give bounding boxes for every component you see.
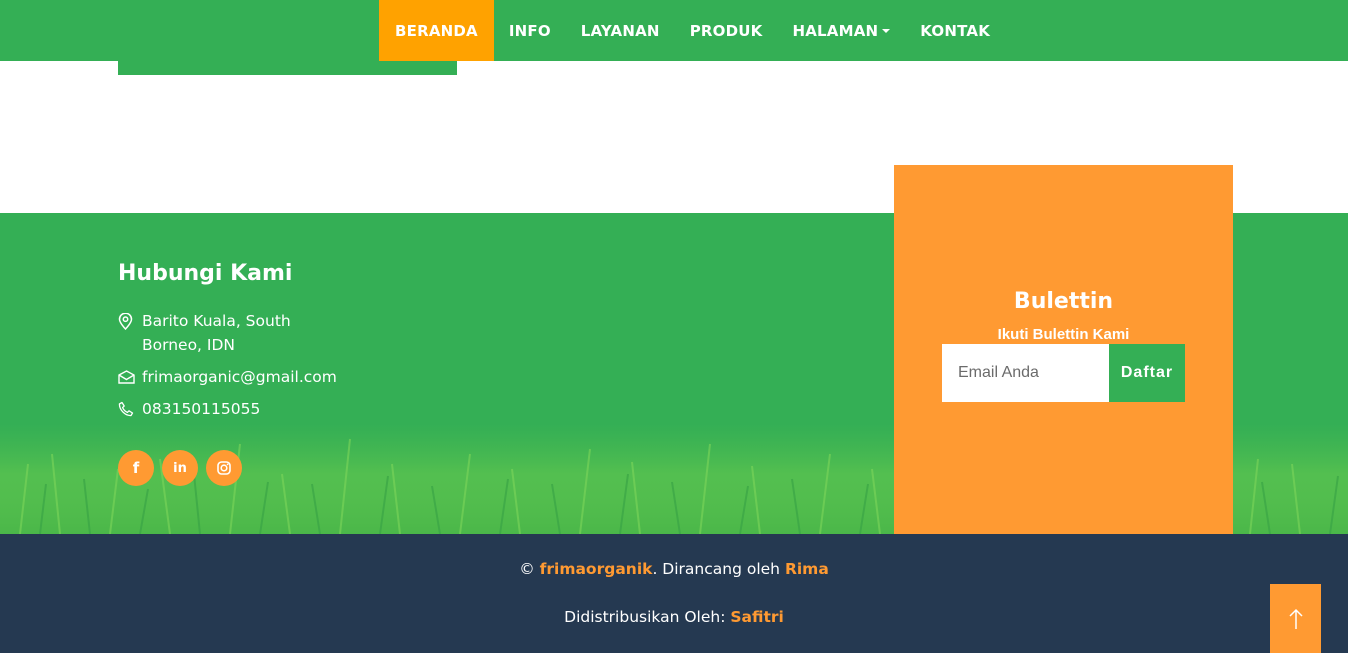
distributed-text: Didistribusikan Oleh: <box>564 608 731 626</box>
nav-item-beranda[interactable]: BERANDA <box>379 0 494 61</box>
contact-email: frimaorganic@gmail.com <box>118 365 337 389</box>
back-to-top-button[interactable] <box>1270 584 1321 653</box>
designed-by-text: . Dirancang oleh <box>652 560 785 578</box>
social-links: f in <box>118 450 242 486</box>
contact-address: Barito Kuala, South Borneo, IDN <box>118 309 332 357</box>
instagram-icon[interactable] <box>206 450 242 486</box>
linkedin-glyph: in <box>173 460 187 476</box>
contact-phone: 083150115055 <box>118 397 332 421</box>
caret-down-icon <box>882 28 891 33</box>
envelope-icon <box>118 365 142 389</box>
nav-item-produk[interactable]: PRODUK <box>675 0 778 61</box>
instagram-glyph <box>217 461 231 475</box>
nav-label: BERANDA <box>395 21 478 40</box>
contact-title: Hubungi Kami <box>118 261 293 286</box>
page: BERANDA INFO LAYANAN PRODUK HALAMAN KONT… <box>0 0 1348 653</box>
newsletter-subtitle: Ikuti Bulettin Kami <box>997 326 1130 343</box>
nav-menu: BERANDA INFO LAYANAN PRODUK HALAMAN KONT… <box>379 0 1005 61</box>
address-text: Barito Kuala, South Borneo, IDN <box>142 312 291 354</box>
copyright-bar: © frimaorganik. Dirancang oleh Rima Didi… <box>0 534 1348 653</box>
email-text[interactable]: frimaorganic@gmail.com <box>142 365 337 389</box>
distributed-line: Didistribusikan Oleh: Safitri <box>0 608 1348 626</box>
phone-icon <box>118 397 142 421</box>
newsletter-box: Bulettin Ikuti Bulettin Kami Daftar <box>894 165 1233 534</box>
arrow-up-icon <box>1288 608 1303 629</box>
map-pin-icon <box>118 309 142 333</box>
newsletter-title: Bulettin <box>1013 289 1114 314</box>
nav-label: PRODUK <box>689 21 763 40</box>
copyright-symbol: © <box>519 560 535 578</box>
newsletter-form: Daftar <box>942 344 1185 402</box>
email-input[interactable] <box>942 344 1109 402</box>
copyright-line: © frimaorganik. Dirancang oleh Rima <box>0 560 1348 578</box>
nav-label: LAYANAN <box>580 21 660 40</box>
navbar: BERANDA INFO LAYANAN PRODUK HALAMAN KONT… <box>0 0 1348 61</box>
nav-label: INFO <box>508 21 551 40</box>
nav-item-halaman[interactable]: HALAMAN <box>777 0 905 61</box>
content-image-edge <box>118 61 457 75</box>
nav-item-layanan[interactable]: LAYANAN <box>566 0 675 61</box>
nav-item-info[interactable]: INFO <box>494 0 566 61</box>
linkedin-icon[interactable]: in <box>162 450 198 486</box>
facebook-glyph: f <box>132 459 140 477</box>
designer-link[interactable]: Rima <box>785 560 829 578</box>
nav-label: KONTAK <box>920 21 991 40</box>
contact-section: Hubungi Kami Barito Kuala, South Borneo,… <box>118 261 337 429</box>
subscribe-button[interactable]: Daftar <box>1109 344 1185 402</box>
nav-item-kontak[interactable]: KONTAK <box>905 0 1005 61</box>
brand-link[interactable]: frimaorganik <box>540 560 653 578</box>
nav-label: HALAMAN <box>792 21 879 40</box>
facebook-icon[interactable]: f <box>118 450 154 486</box>
phone-text[interactable]: 083150115055 <box>142 397 332 421</box>
distributor-link[interactable]: Safitri <box>730 608 783 626</box>
